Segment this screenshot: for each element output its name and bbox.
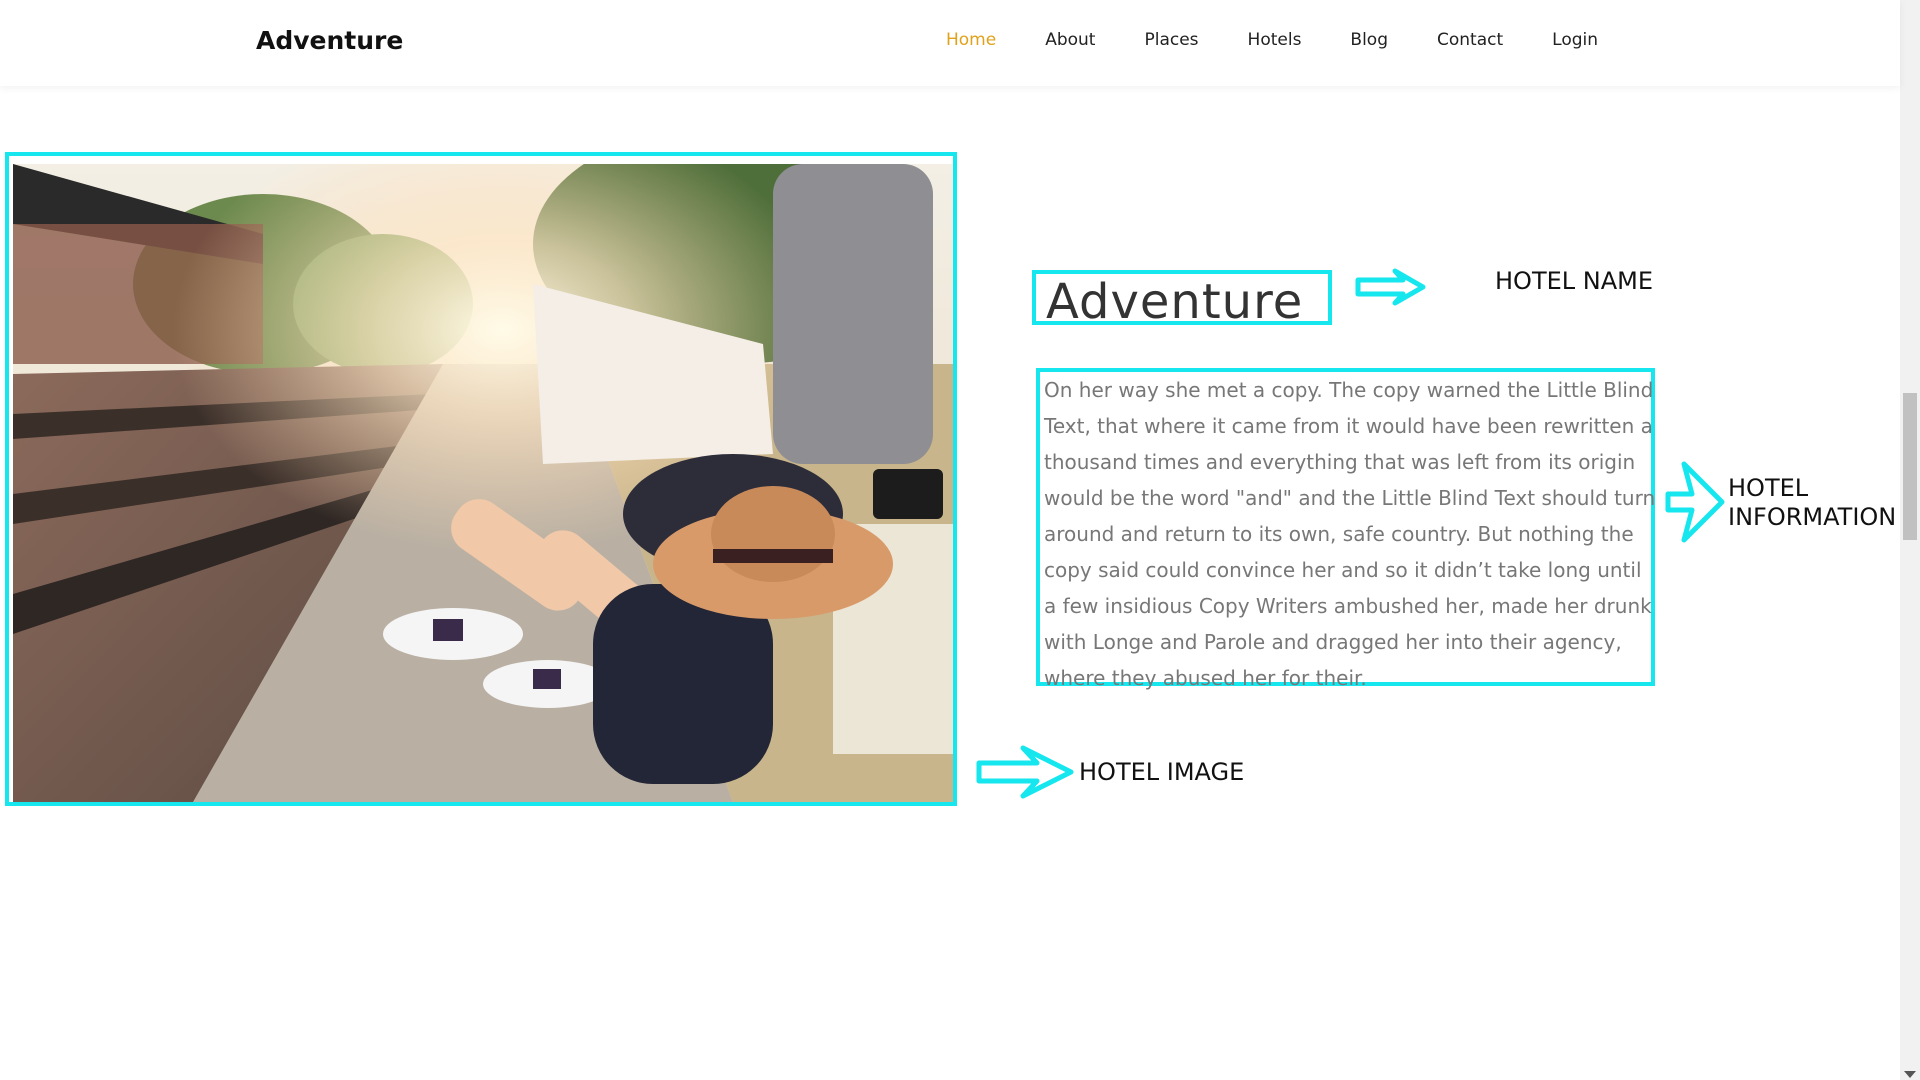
hotel-image-frame (5, 152, 957, 806)
chevron-right-icon (1665, 461, 1725, 543)
hotel-info: On her way she met a copy. The copy warn… (1044, 378, 1656, 690)
hotel-name-label: HOTEL NAME (1495, 267, 1654, 295)
hotel-info-label-2: INFORMATION (1728, 503, 1897, 531)
nav-contact[interactable]: Contact (1437, 30, 1503, 50)
hotel-name-box: Adventure (1032, 270, 1332, 330)
scroll-down-icon[interactable] (1904, 1071, 1916, 1078)
arrow-right-icon (1355, 268, 1426, 306)
brand-logo[interactable]: Adventure (256, 26, 403, 55)
nav-links: Home About Places Hotels Blog Contact Lo… (946, 30, 1647, 50)
scroll-thumb[interactable] (1903, 393, 1917, 540)
scrollbar[interactable] (1900, 0, 1920, 1080)
nav-about[interactable]: About (1045, 30, 1095, 50)
hotel-name: Adventure (1046, 274, 1304, 330)
nav-hotels[interactable]: Hotels (1248, 30, 1302, 50)
hotel-image-label: HOTEL IMAGE (1079, 758, 1245, 786)
nav-login[interactable]: Login (1552, 30, 1598, 50)
nav-blog[interactable]: Blog (1350, 30, 1388, 50)
nav-places[interactable]: Places (1144, 30, 1198, 50)
navbar: Adventure Home About Places Hotels Blog … (0, 0, 1900, 86)
arrow-right-icon (976, 745, 1074, 799)
nav-home[interactable]: Home (946, 30, 996, 50)
hotel-info-label-1: HOTEL (1728, 474, 1809, 502)
hotel-info-box: On her way she met a copy. The copy warn… (1036, 368, 1655, 690)
hotel-image (13, 164, 953, 802)
hotel-photo (13, 164, 953, 802)
